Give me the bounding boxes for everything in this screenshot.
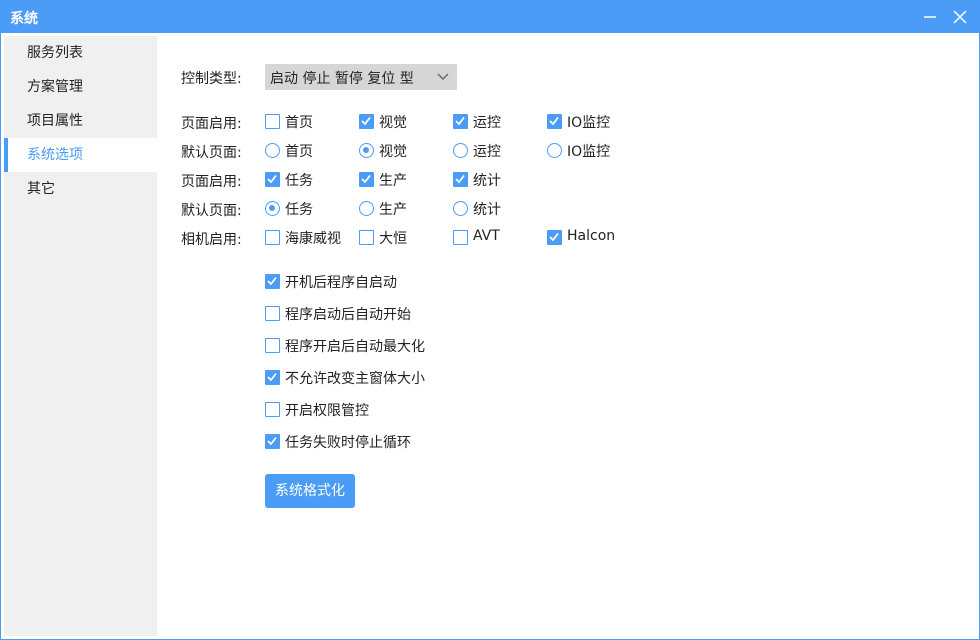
row-label: 页面启用: (181, 174, 242, 190)
checkbox[interactable] (265, 114, 280, 129)
checkmark-icon (267, 436, 277, 446)
option-label: IO监控 (567, 115, 611, 131)
settings-window: 系统 服务列表 方案管理 项目属性 系统选项 其它 控制类型: 启动 停止 暂停 复位 … (0, 0, 980, 640)
checkbox[interactable] (265, 434, 280, 449)
checkbox[interactable] (265, 338, 280, 353)
option-label: 海康威视 (285, 231, 341, 247)
option-label: 任务 (285, 202, 313, 218)
checkbox[interactable] (453, 172, 468, 187)
radio-button[interactable] (453, 201, 468, 216)
option-label: 开机后程序自启动 (285, 275, 397, 291)
sidebar-nav: 服务列表 方案管理 项目属性 系统选项 其它 (4, 36, 157, 636)
sidebar-item-0[interactable]: 服务列表 (4, 36, 157, 70)
row-label: 默认页面: (181, 145, 242, 161)
minimize-button[interactable] (917, 5, 943, 29)
checkbox[interactable] (359, 172, 374, 187)
option-label: Halcon (567, 228, 616, 244)
control-type-select[interactable]: 启动 停止 暂停 复位 型 (265, 64, 457, 90)
radio-button[interactable] (265, 143, 280, 158)
row-label: 页面启用: (181, 116, 242, 132)
option-label: AVT (473, 228, 500, 244)
checkbox[interactable] (265, 306, 280, 321)
option-label: 大恒 (379, 231, 407, 247)
radio-button[interactable] (265, 201, 280, 216)
option-label: 程序开启后自动最大化 (285, 339, 425, 355)
close-icon (953, 10, 967, 24)
checkmark-icon (455, 174, 465, 184)
control-type-label: 控制类型: (181, 71, 242, 87)
sidebar-item-3[interactable]: 系统选项 (4, 138, 157, 172)
system-options-panel: 控制类型: 启动 停止 暂停 复位 型 系统格式化 页面启用: 首页 视觉 运控 IO监… (157, 36, 979, 639)
radio-button[interactable] (453, 143, 468, 158)
option-label: 视觉 (379, 144, 407, 160)
option-label: 生产 (379, 202, 407, 218)
option-label: 开启权限管控 (285, 403, 369, 419)
checkbox[interactable] (359, 114, 374, 129)
control-type-value: 启动 停止 暂停 复位 型 (270, 71, 414, 87)
option-label: 视觉 (379, 115, 407, 131)
checkbox[interactable] (453, 114, 468, 129)
checkbox[interactable] (265, 230, 280, 245)
option-label: IO监控 (567, 144, 611, 160)
option-label: 生产 (379, 173, 407, 189)
window-title: 系统 (10, 11, 38, 27)
minimize-icon (924, 16, 936, 18)
checkmark-icon (549, 232, 559, 242)
option-label: 任务 (285, 173, 313, 189)
close-button[interactable] (947, 5, 973, 29)
sidebar-item-2[interactable]: 项目属性 (4, 104, 157, 138)
chevron-down-icon (437, 73, 449, 80)
sidebar-item-4[interactable]: 其它 (4, 172, 157, 206)
checkbox[interactable] (265, 172, 280, 187)
option-label: 运控 (473, 144, 501, 160)
option-label: 运控 (473, 115, 501, 131)
option-label: 统计 (473, 173, 501, 189)
checkbox[interactable] (453, 230, 468, 245)
checkbox[interactable] (547, 114, 562, 129)
row-label: 默认页面: (181, 203, 242, 219)
checkmark-icon (267, 174, 277, 184)
radio-button[interactable] (547, 143, 562, 158)
checkmark-icon (455, 116, 465, 126)
checkmark-icon (549, 116, 559, 126)
system-format-button[interactable]: 系统格式化 (265, 474, 355, 508)
checkbox[interactable] (265, 274, 280, 289)
option-label: 首页 (285, 115, 313, 131)
checkbox[interactable] (265, 370, 280, 385)
checkmark-icon (267, 276, 277, 286)
option-label: 不允许改变主窗体大小 (285, 371, 425, 387)
radio-button[interactable] (359, 201, 374, 216)
option-label: 程序启动后自动开始 (285, 307, 411, 323)
checkbox[interactable] (265, 402, 280, 417)
checkbox[interactable] (547, 230, 562, 245)
row-label: 相机启用: (181, 232, 242, 248)
option-label: 首页 (285, 144, 313, 160)
checkbox[interactable] (359, 230, 374, 245)
title-bar[interactable]: 系统 (1, 1, 979, 33)
sidebar-item-1[interactable]: 方案管理 (4, 70, 157, 104)
option-label: 统计 (473, 202, 501, 218)
checkmark-icon (267, 372, 277, 382)
radio-button[interactable] (359, 143, 374, 158)
checkmark-icon (361, 116, 371, 126)
checkmark-icon (361, 174, 371, 184)
option-label: 任务失败时停止循环 (285, 435, 411, 451)
